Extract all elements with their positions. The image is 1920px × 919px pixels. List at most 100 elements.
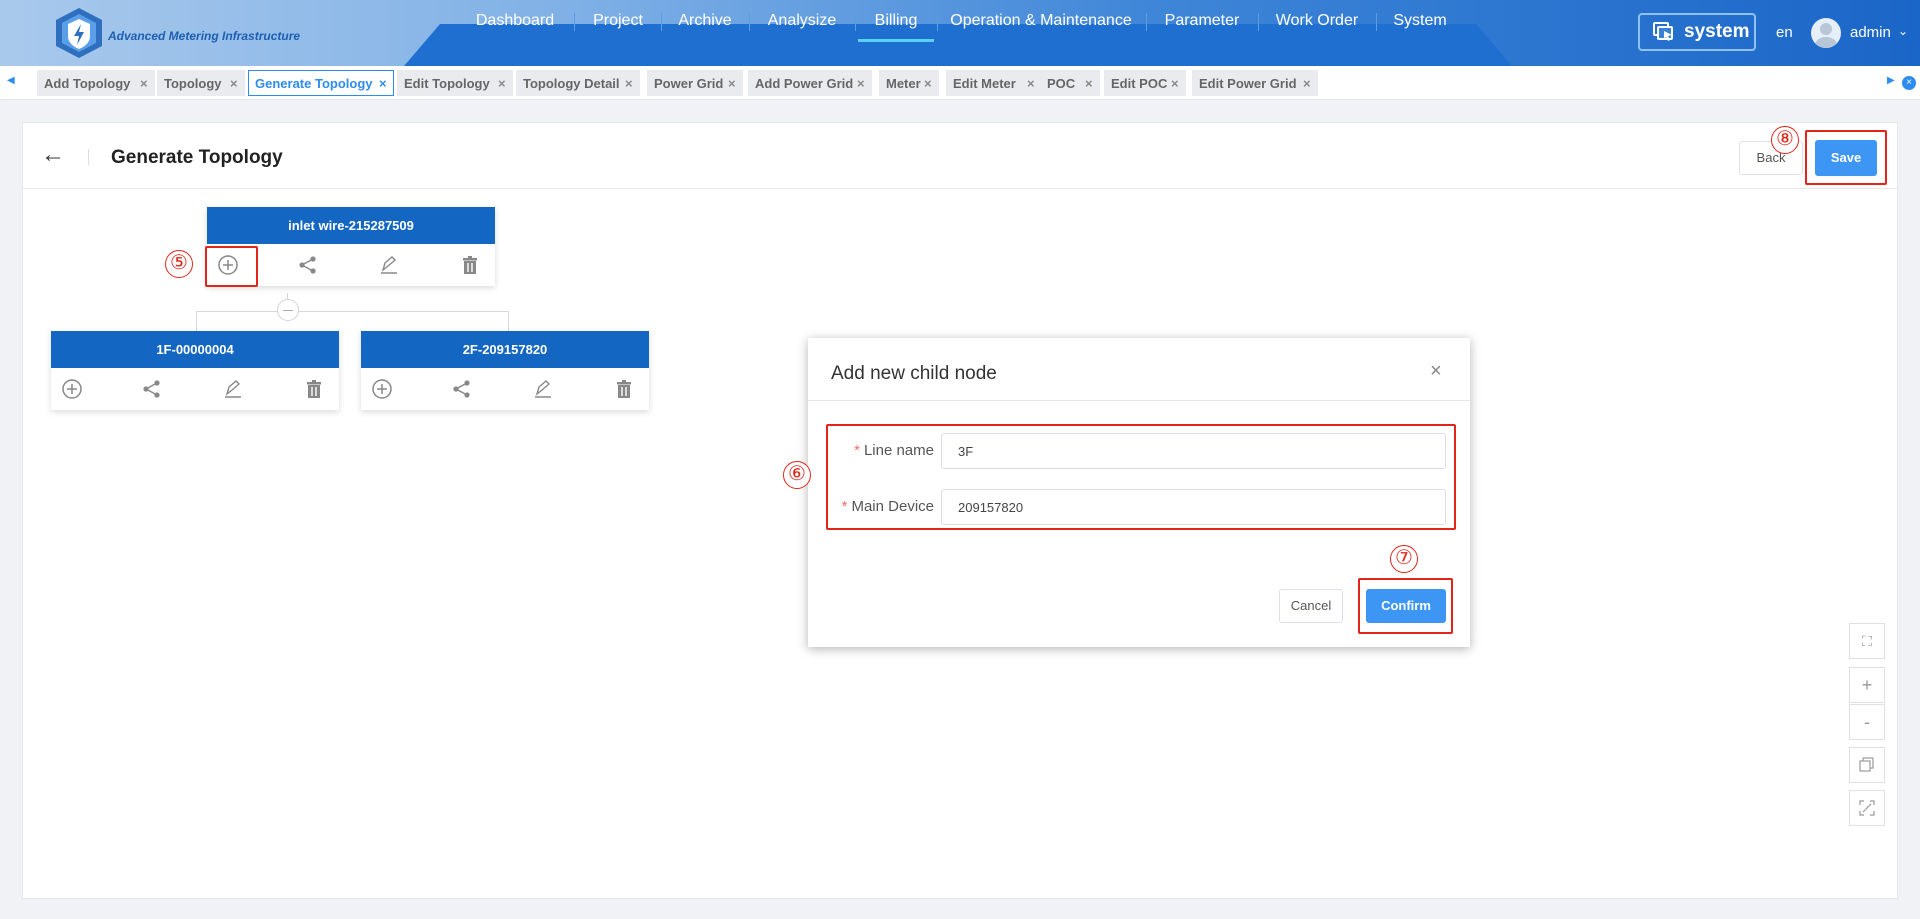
tab-edit-meter[interactable]: Edit Meter × <box>946 70 1042 96</box>
annotation-box-form <box>826 424 1456 530</box>
close-icon[interactable]: × <box>498 71 506 97</box>
trash-icon[interactable] <box>459 254 481 276</box>
edit-icon[interactable] <box>377 254 399 276</box>
nav-project[interactable]: Project <box>578 0 658 42</box>
lightning-shield-logo-icon <box>56 8 102 58</box>
close-icon[interactable]: × <box>1303 71 1311 97</box>
copy-icon[interactable] <box>1849 747 1885 783</box>
window-cursor-icon <box>1653 22 1673 41</box>
nav-system[interactable]: System <box>1380 0 1460 42</box>
avatar[interactable] <box>1811 18 1841 48</box>
nav-separator <box>574 13 575 31</box>
trash-icon[interactable] <box>303 378 325 400</box>
tab-edit-poc[interactable]: Edit POC × <box>1104 70 1186 96</box>
collapse-toggle-icon[interactable] <box>277 299 299 321</box>
app-header: Advanced Metering Infrastructure Dashboa… <box>0 0 1920 66</box>
tab-label: Add Power Grid <box>755 76 854 91</box>
card-header: ← Generate Topology Back Save <box>23 123 1897 189</box>
close-icon[interactable]: × <box>728 71 736 97</box>
connector-line <box>196 311 277 312</box>
tab-edit-topology[interactable]: Edit Topology × <box>397 70 513 96</box>
share-icon[interactable] <box>451 378 473 400</box>
tab-label: POC <box>1047 76 1076 91</box>
tab-scroll-left-icon[interactable]: ◀ <box>7 75 15 86</box>
edit-icon[interactable] <box>531 378 553 400</box>
tab-label: Power Grid <box>654 76 724 91</box>
dialog-divider <box>808 400 1470 401</box>
tab-label: Generate Topology <box>255 76 373 91</box>
close-all-tabs-icon[interactable]: × <box>1902 76 1916 90</box>
zoom-in-button[interactable]: + <box>1849 667 1885 703</box>
page-title: Generate Topology <box>111 147 283 168</box>
header-divider <box>88 149 89 165</box>
nav-work-order[interactable]: Work Order <box>1262 0 1372 42</box>
annotation-number-8: ⑧ <box>1771 126 1799 154</box>
tab-generate-topology[interactable]: Generate Topology × <box>248 70 394 96</box>
nav-separator <box>749 13 750 31</box>
zoom-out-button[interactable]: - <box>1849 704 1885 740</box>
nav-separator <box>855 13 856 31</box>
tab-meter[interactable]: Meter × <box>879 70 939 96</box>
tab-edit-power-grid[interactable]: Edit Power Grid × <box>1192 70 1318 96</box>
system-switch-button[interactable]: system <box>1638 13 1756 51</box>
tab-topology-detail[interactable]: Topology Detail × <box>516 70 640 96</box>
close-icon[interactable]: × <box>1085 71 1093 97</box>
share-icon[interactable] <box>141 378 163 400</box>
tab-poc[interactable]: POC × <box>1040 70 1100 96</box>
tab-scroll-right-icon[interactable]: ▶ <box>1887 75 1895 86</box>
language-switch[interactable]: en <box>1776 24 1793 41</box>
nav-analysize[interactable]: Analysize <box>752 0 852 42</box>
connector-line <box>196 311 197 331</box>
nav-billing[interactable]: Billing <box>858 0 934 42</box>
tab-label: Meter <box>886 76 921 91</box>
annotation-box-save <box>1805 130 1887 185</box>
tab-power-grid[interactable]: Power Grid × <box>647 70 743 96</box>
user-name[interactable]: admin <box>1850 24 1891 41</box>
annotation-number-7: ⑦ <box>1390 545 1418 573</box>
close-icon[interactable]: × <box>625 71 633 97</box>
nav-dashboard[interactable]: Dashboard <box>460 0 570 42</box>
node-title: inlet wire-215287509 <box>207 207 495 244</box>
fullscreen-icon[interactable] <box>1849 790 1885 826</box>
close-icon[interactable]: × <box>230 71 238 97</box>
annotation-number-6: ⑥ <box>783 461 811 489</box>
share-icon[interactable] <box>297 254 319 276</box>
edit-icon[interactable] <box>221 378 243 400</box>
trash-icon[interactable] <box>613 378 635 400</box>
nav-separator <box>937 13 938 31</box>
nav-parameter[interactable]: Parameter <box>1150 0 1254 42</box>
node-title: 2F-209157820 <box>361 331 649 368</box>
add-circle-icon[interactable] <box>371 378 393 400</box>
node-actions <box>361 368 649 410</box>
cancel-button[interactable]: Cancel <box>1279 589 1343 623</box>
tab-label: Topology Detail <box>523 76 620 91</box>
tab-label: Edit Power Grid <box>1199 76 1297 91</box>
close-icon[interactable]: × <box>379 71 387 97</box>
fit-screen-icon[interactable]: ⛶ <box>1849 623 1885 659</box>
tab-add-power-grid[interactable]: Add Power Grid × <box>748 70 872 96</box>
chevron-down-icon[interactable]: ⌄ <box>1898 24 1908 38</box>
tab-label: Edit Meter <box>953 76 1016 91</box>
tab-label: Add Topology <box>44 76 131 91</box>
node-title: 1F-00000004 <box>51 331 339 368</box>
close-icon[interactable]: × <box>857 71 865 97</box>
add-circle-icon[interactable] <box>61 378 83 400</box>
annotation-box-confirm <box>1358 578 1453 634</box>
topology-node-child: 2F-209157820 <box>361 331 649 410</box>
app-name: Advanced Metering Infrastructure <box>108 29 301 43</box>
nav-archive[interactable]: Archive <box>664 0 746 42</box>
tab-label: Edit POC <box>1111 76 1168 91</box>
tab-label: Edit Topology <box>404 76 490 91</box>
nav-separator <box>1376 13 1377 31</box>
close-icon[interactable]: × <box>924 71 932 97</box>
close-icon[interactable]: × <box>140 71 148 97</box>
tab-add-topology[interactable]: Add Topology × <box>37 70 155 96</box>
back-arrow-icon[interactable]: ← <box>41 141 65 169</box>
nav-separator <box>1146 13 1147 31</box>
close-icon[interactable]: × <box>1171 71 1179 97</box>
close-icon[interactable]: × <box>1027 71 1035 97</box>
nav-operation-maintenance[interactable]: Operation & Maintenance <box>940 0 1142 42</box>
close-icon[interactable]: × <box>1430 360 1442 383</box>
tab-topology[interactable]: Topology × <box>157 70 245 96</box>
topology-node-child: 1F-00000004 <box>51 331 339 410</box>
